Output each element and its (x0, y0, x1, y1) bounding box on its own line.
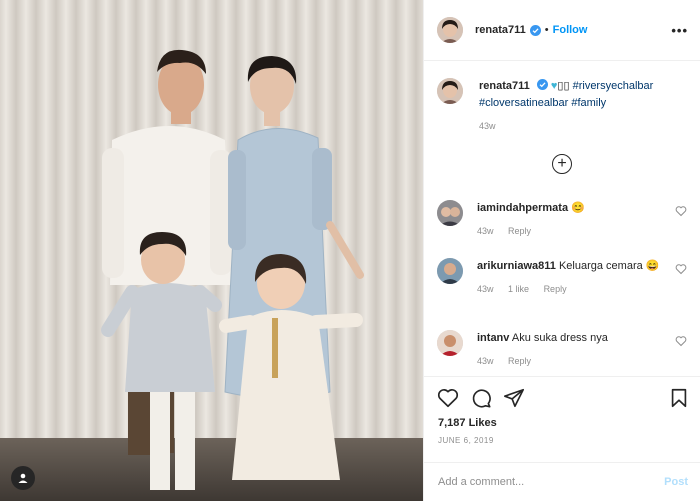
post-date[interactable]: JUNE 6, 2019 (438, 436, 494, 445)
caption-author-avatar[interactable] (437, 78, 463, 104)
comment-input[interactable] (438, 476, 665, 488)
comment-username[interactable]: arikurniawa811 (477, 260, 556, 272)
hashtag-link[interactable]: #cloversatinealbar (479, 97, 568, 109)
comment-username[interactable]: intanv (477, 332, 509, 344)
more-options-icon[interactable]: ••• (671, 23, 688, 38)
load-more-comments-button[interactable]: + (552, 154, 572, 174)
verified-badge-icon (529, 24, 541, 36)
caption-emoji-boxes: ▯▯ (557, 80, 573, 92)
user-tag-icon[interactable] (11, 466, 35, 490)
curtain-fold (356, 0, 376, 440)
curtain-fold (16, 0, 36, 440)
curtain-fold (76, 0, 96, 440)
comment-age: 43w (477, 356, 494, 366)
heart-icon[interactable] (437, 387, 459, 409)
commenter-avatar[interactable] (437, 330, 463, 356)
comment-text: Aku suka dress nya (511, 332, 608, 344)
likes-count[interactable]: 7,187 Likes (438, 417, 497, 429)
post-actions: 7,187 Likes JUNE 6, 2019 (424, 376, 700, 462)
verified-badge-icon (536, 79, 548, 90)
heart-icon[interactable] (675, 263, 687, 275)
hashtag-link[interactable]: #family (571, 97, 606, 109)
family-photo-illustration (0, 0, 423, 501)
hashtag-link[interactable]: #riversyechalbar (573, 80, 654, 92)
curtain-fold (56, 0, 76, 440)
curtain-fold (336, 0, 356, 440)
comment-icon[interactable] (470, 387, 492, 409)
comment-text: Keluarga cemara (558, 260, 643, 272)
commenter-avatar[interactable] (437, 200, 463, 226)
comment-age: 43w (477, 284, 494, 294)
caption-age: 43w (479, 121, 496, 131)
separator-dot: • (544, 24, 549, 36)
heart-icon[interactable] (675, 205, 687, 217)
author-avatar[interactable] (437, 17, 463, 43)
post-photo[interactable] (0, 0, 423, 501)
curtain-fold (376, 0, 396, 440)
add-comment-form: Post (424, 462, 700, 501)
comment-emoji: 😄 (645, 260, 660, 272)
heart-icon[interactable] (675, 335, 687, 347)
comment-item: arikurniawa811 Keluarga cemara 😄 43w 1 l… (437, 258, 687, 298)
curtain-fold (36, 0, 56, 440)
bookmark-icon[interactable] (668, 387, 690, 409)
post-comment-button[interactable]: Post (664, 476, 688, 488)
reply-button[interactable]: Reply (508, 356, 531, 366)
commenter-avatar[interactable] (437, 258, 463, 284)
share-icon[interactable] (503, 387, 525, 409)
comment-username[interactable]: iamindahpermata (477, 202, 568, 214)
curtain-fold (416, 0, 423, 440)
curtain-fold (0, 0, 16, 440)
reply-button[interactable]: Reply (544, 284, 567, 294)
comment-likes-count[interactable]: 1 like (508, 284, 529, 294)
reply-button[interactable]: Reply (508, 226, 531, 236)
comments-list[interactable]: renata711 ♥▯▯ #riversyechalbar #cloversa… (424, 62, 700, 376)
caption-username[interactable]: renata711 (479, 80, 530, 92)
comment-emoji: 😊 (571, 202, 585, 214)
plus-circle-icon: + (557, 155, 567, 172)
author-username[interactable]: renata711 (475, 24, 526, 36)
post-header: renata711 • Follow ••• (424, 0, 700, 61)
curtain-fold (396, 0, 416, 440)
comment-age: 43w (477, 226, 494, 236)
follow-button[interactable]: Follow (553, 24, 588, 36)
post-caption: renata711 ♥▯▯ #riversyechalbar #cloversa… (437, 78, 687, 135)
comment-item: intanv Aku suka dress nya 43w Reply (437, 330, 687, 370)
post-side-panel: renata711 • Follow ••• renata711 ♥▯▯ #ri… (423, 0, 700, 501)
comment-item: iamindahpermata 😊 43w Reply (437, 200, 687, 240)
